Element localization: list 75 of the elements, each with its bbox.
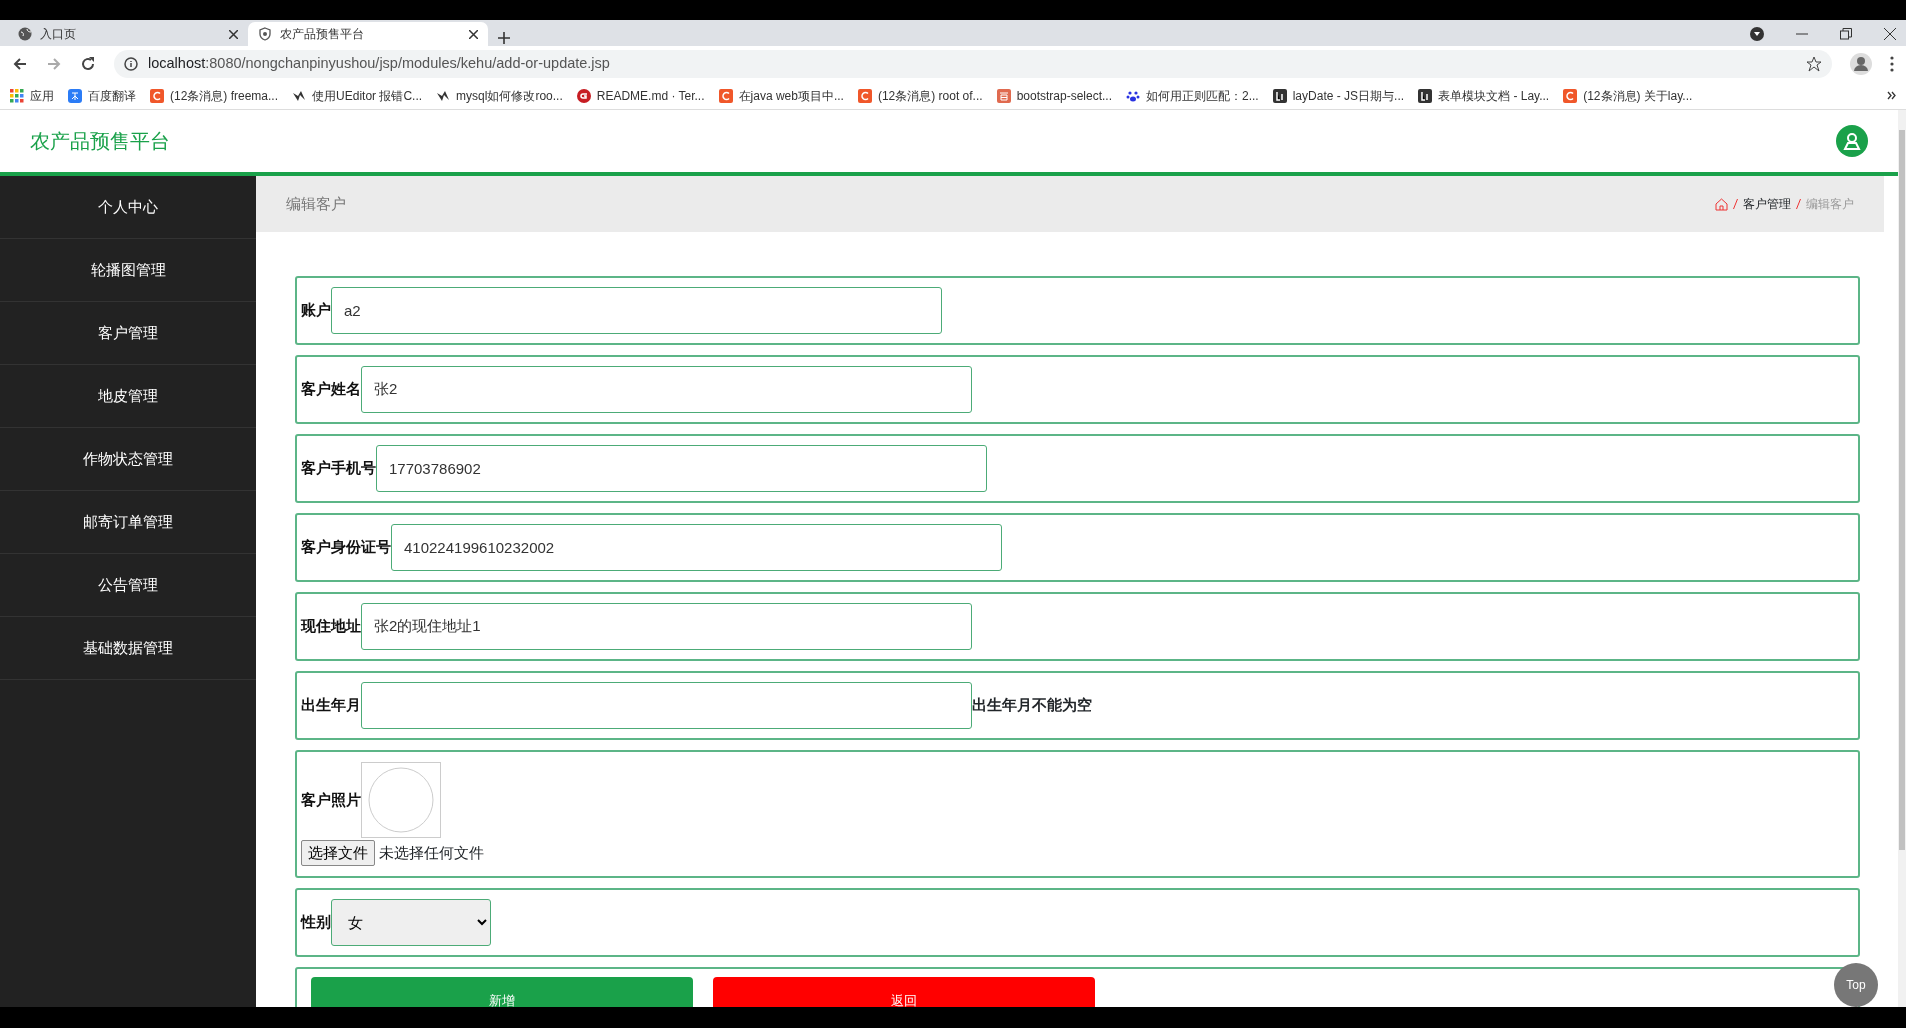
bookmark[interactable]: bootstrap-select... <box>996 86 1112 105</box>
shield-icon <box>258 27 272 41</box>
field-label: 账户 <box>301 300 331 321</box>
bookmark[interactable]: (12条消息) freema... <box>150 86 279 105</box>
browser-tab[interactable]: 入口页 <box>8 22 248 46</box>
layers-icon <box>1272 88 1287 103</box>
sidebar-item[interactable]: 地皮管理 <box>0 365 256 428</box>
c-letter-icon <box>150 88 164 103</box>
browser-tab[interactable]: 农产品预售平台 <box>248 22 488 46</box>
bookmark[interactable]: 使用UEditor 报错C... <box>292 86 423 105</box>
address-bar[interactable]: localhost:8080/nongchanpinyushou/jsp/modules/kehu/add-or-update.jsp <box>114 50 1832 78</box>
translate-icon <box>68 88 82 103</box>
square-glyph-icon <box>996 88 1011 103</box>
field-label: 客户照片 <box>301 789 361 810</box>
sidebar-item[interactable]: 客户管理 <box>0 302 256 365</box>
c-letter-icon <box>1563 88 1578 103</box>
grid-icon <box>10 88 24 103</box>
home-icon[interactable] <box>1715 197 1728 211</box>
restore-icon[interactable] <box>1840 28 1852 40</box>
profile-dropdown-icon[interactable] <box>1750 27 1764 41</box>
input-field[interactable]: 410224199610232002 <box>391 524 1002 571</box>
back-button[interactable]: 返回 <box>713 977 1095 1007</box>
bookmark[interactable]: README.md · Ter... <box>576 86 705 105</box>
field-label: 客户姓名 <box>301 379 361 400</box>
field-label: 性别 <box>301 912 331 933</box>
more-bookmarks-icon[interactable] <box>1887 91 1896 100</box>
sidebar-item[interactable]: 基础数据管理 <box>0 617 256 680</box>
url-text: localhost:8080/nongchanpinyushou/jsp/modules/kehu/add-or-update.jsp <box>148 54 610 74</box>
page-title: 编辑客户 <box>286 193 346 214</box>
close-icon[interactable] <box>1884 28 1896 40</box>
bookmark[interactable]: 百度翻译 <box>68 86 136 105</box>
error-message: 出生年月不能为空 <box>972 695 1092 716</box>
bookmark[interactable]: mysql如何修改roo... <box>436 86 563 105</box>
breadcrumb-item: 编辑客户 <box>1806 196 1854 213</box>
star-icon[interactable] <box>1806 56 1822 72</box>
sidebar-item[interactable]: 作物状态管理 <box>0 428 256 491</box>
field-label: 出生年月 <box>301 695 361 716</box>
app-title: 农产品预售平台 <box>30 129 170 154</box>
g-circle-icon <box>576 88 591 103</box>
menu-icon[interactable] <box>1890 56 1894 72</box>
layers-icon <box>1418 88 1433 103</box>
user-avatar-icon[interactable] <box>1836 125 1868 157</box>
bookmark[interactable]: layDate - JS日期与... <box>1272 86 1405 105</box>
file-status-text: 未选择任何文件 <box>379 842 484 863</box>
sidebar-item[interactable]: 公告管理 <box>0 554 256 617</box>
bookmark[interactable]: 表单模块文档 - Lay... <box>1418 86 1550 105</box>
sidebar-item[interactable]: 邮寄订单管理 <box>0 491 256 554</box>
field-label: 客户手机号 <box>301 458 376 479</box>
info-icon[interactable] <box>124 57 138 71</box>
slash-icon <box>1733 199 1738 209</box>
slash-icon <box>1796 199 1801 209</box>
choose-file-button[interactable]: 选择文件 <box>301 839 375 867</box>
input-field[interactable]: 张2 <box>361 366 972 413</box>
select-field[interactable]: 女 <box>331 899 491 946</box>
bookmark[interactable]: (12条消息) root of... <box>857 86 983 105</box>
field-label: 现住地址 <box>301 616 361 637</box>
bookmark[interactable]: (12条消息) 关于lay... <box>1563 86 1693 105</box>
input-field[interactable]: a2 <box>331 287 942 334</box>
back-to-top-button[interactable]: Top <box>1834 963 1878 1007</box>
input-field[interactable]: 17703786902 <box>376 445 987 492</box>
apps-shortcut[interactable]: 应用 <box>10 86 54 105</box>
back-icon[interactable] <box>12 56 28 72</box>
c-letter-icon <box>718 88 733 103</box>
input-field[interactable]: 张2的现住地址1 <box>361 603 972 650</box>
reload-icon[interactable] <box>80 56 96 72</box>
field-label: 客户身份证号 <box>301 537 391 558</box>
sidebar-item[interactable]: 轮播图管理 <box>0 239 256 302</box>
bookmark[interactable]: 如何用正则匹配：2... <box>1126 86 1259 105</box>
profile-icon[interactable] <box>1850 53 1872 75</box>
c-letter-icon <box>857 88 872 103</box>
scrollbar-thumb[interactable] <box>1899 130 1905 850</box>
bookmark[interactable]: 在java web项目中... <box>718 86 844 105</box>
input-field[interactable] <box>361 682 972 729</box>
globe-icon <box>18 27 32 41</box>
breadcrumb-item[interactable]: 客户管理 <box>1743 195 1791 213</box>
